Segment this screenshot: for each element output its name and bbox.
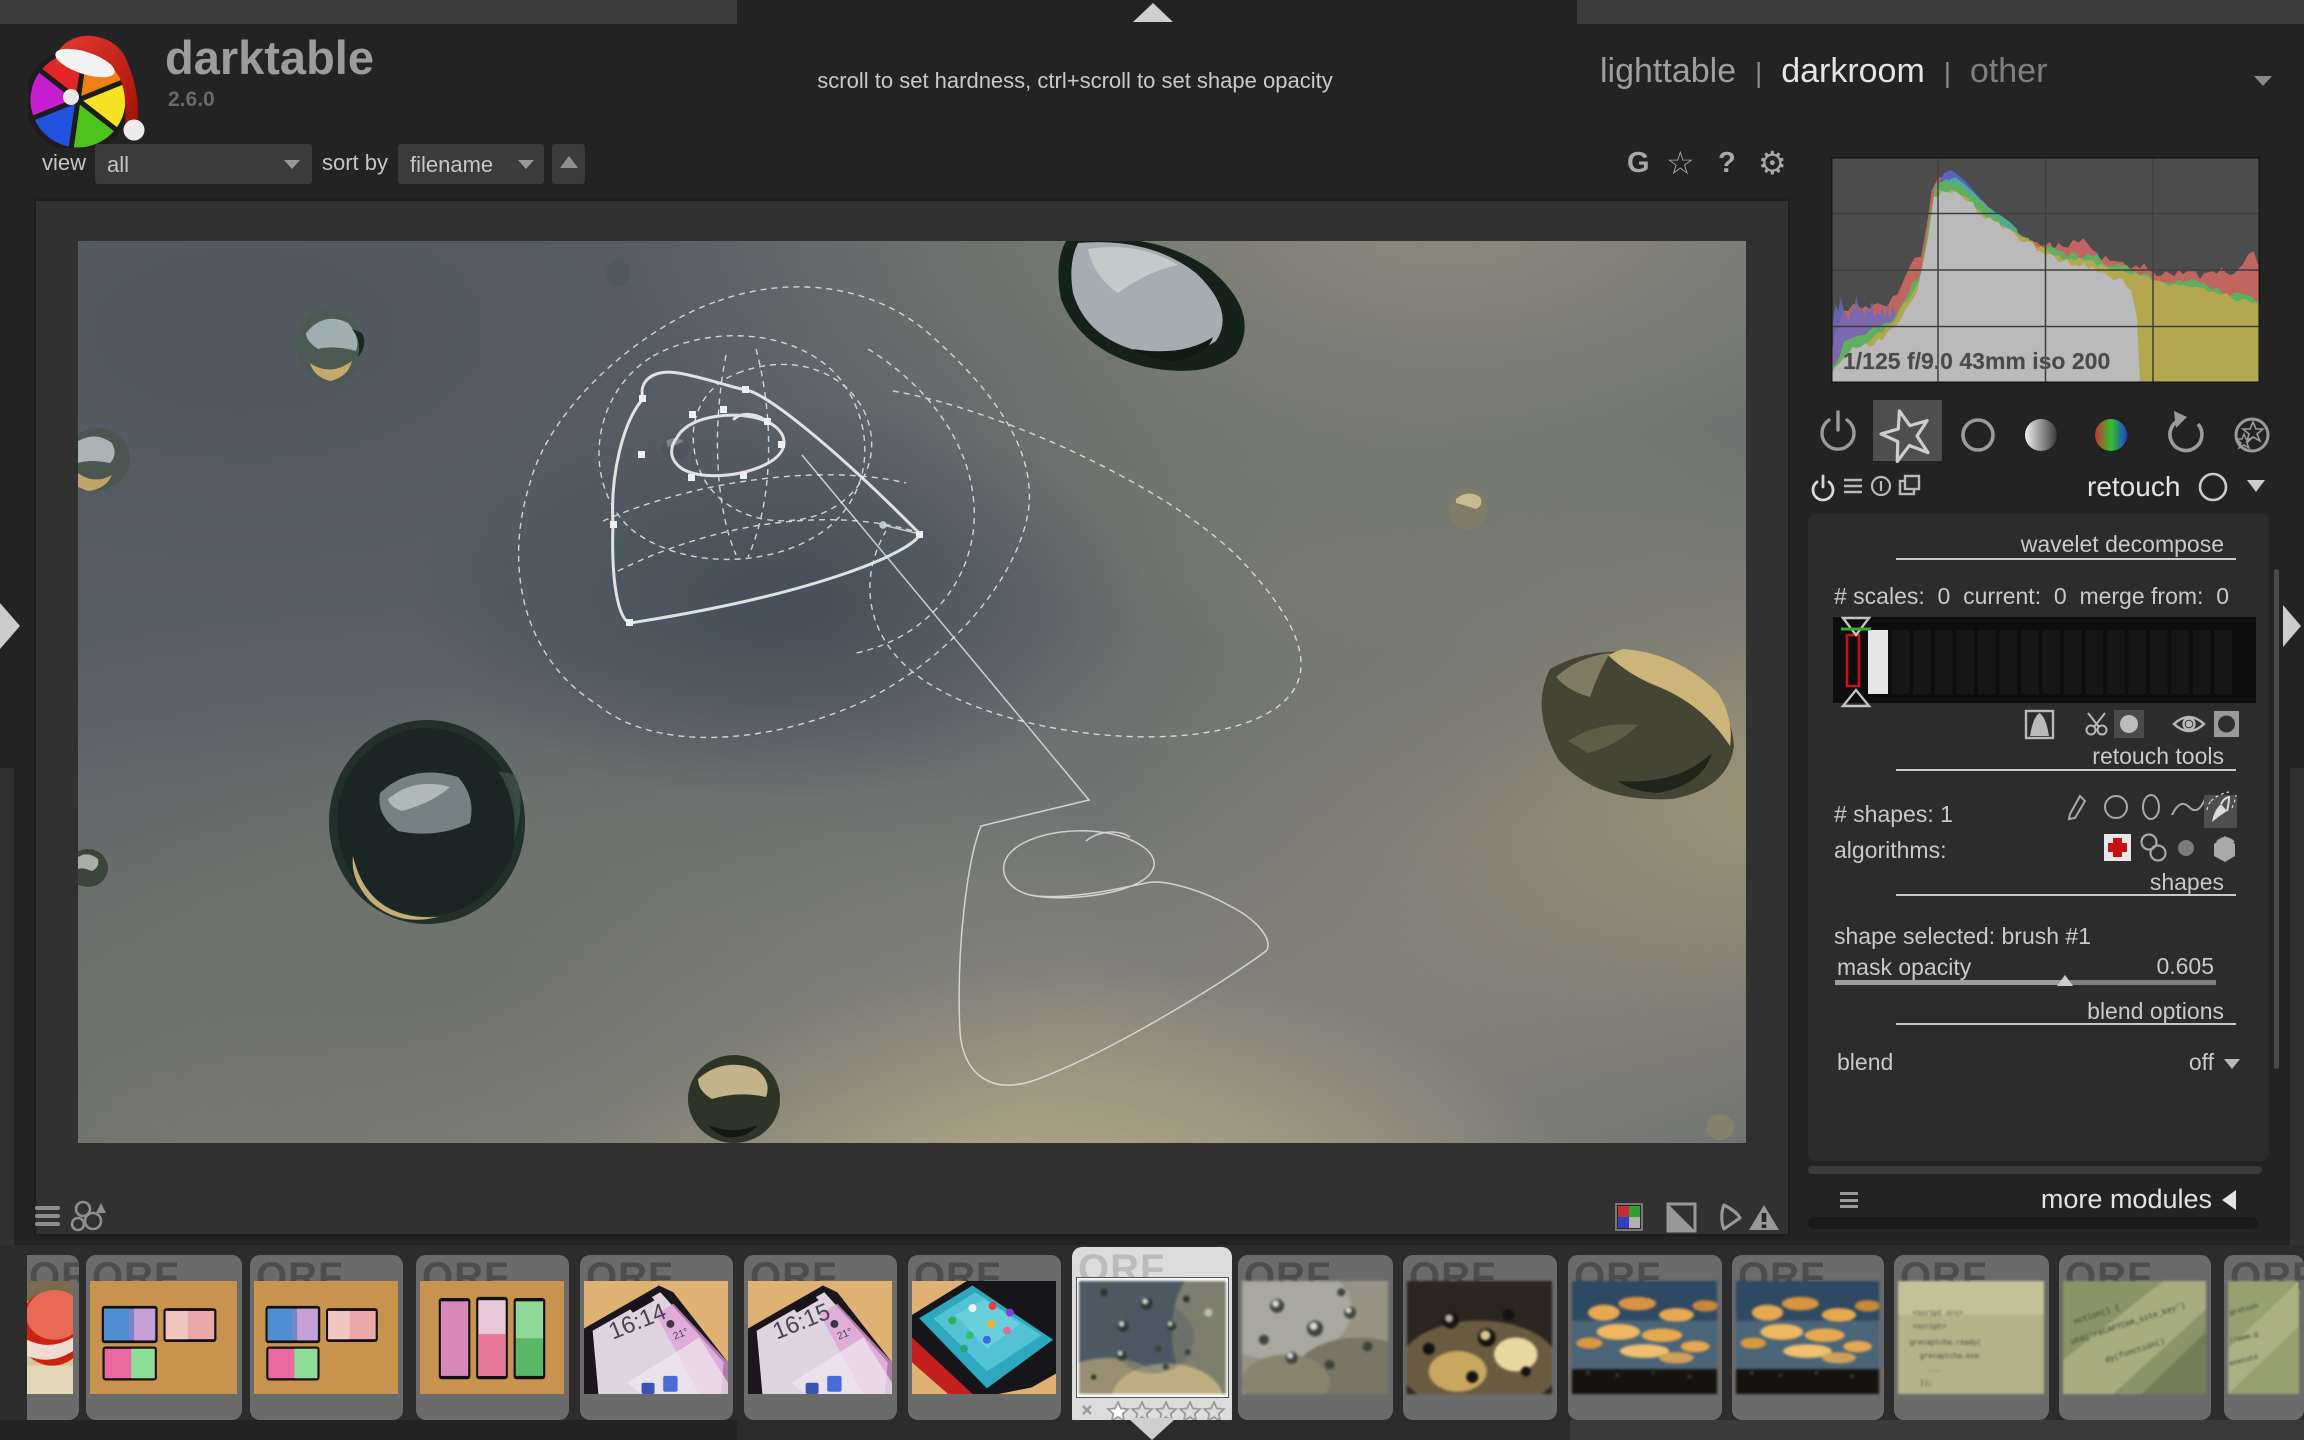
svg-text:algorithms:: algorithms:: [1834, 837, 1946, 863]
svg-text:<script src>: <script src>: [1913, 1310, 1963, 1318]
svg-text:1/125 f/9.0 43mm iso 200: 1/125 f/9.0 43mm iso 200: [1843, 348, 2110, 374]
svg-text:0.605: 0.605: [2156, 953, 2214, 979]
svg-text:<script>: <script>: [1913, 1323, 1947, 1331]
svg-text:...: ...: [1927, 1366, 1940, 1374]
svg-text:blend options: blend options: [2087, 998, 2224, 1024]
svg-text:shape selected: brush #1: shape selected: brush #1: [1834, 923, 2091, 949]
svg-text:off: off: [2189, 1049, 2215, 1075]
svg-text:# scales: 0 current: 0 mer: # scales: 0 current: 0 merge from: 0: [1834, 583, 2229, 609]
svg-text:# shapes: 1: # shapes: 1: [1834, 801, 1953, 827]
svg-text:blend: blend: [1837, 1049, 1893, 1075]
svg-text:wavelet decompose: wavelet decompose: [2020, 531, 2224, 557]
svg-text:retouch tools: retouch tools: [2092, 743, 2224, 769]
svg-text:shapes: shapes: [2150, 869, 2224, 895]
svg-text:retouch: retouch: [2087, 472, 2180, 502]
svg-text:grecaptcha.exe: grecaptcha.exe: [1920, 1353, 1979, 1361]
svg-text:});: });: [1920, 1380, 1933, 1388]
svg-text:mask opacity: mask opacity: [1837, 954, 1972, 980]
svg-text:grecaptcha.ready(: grecaptcha.ready(: [1910, 1339, 1981, 1347]
